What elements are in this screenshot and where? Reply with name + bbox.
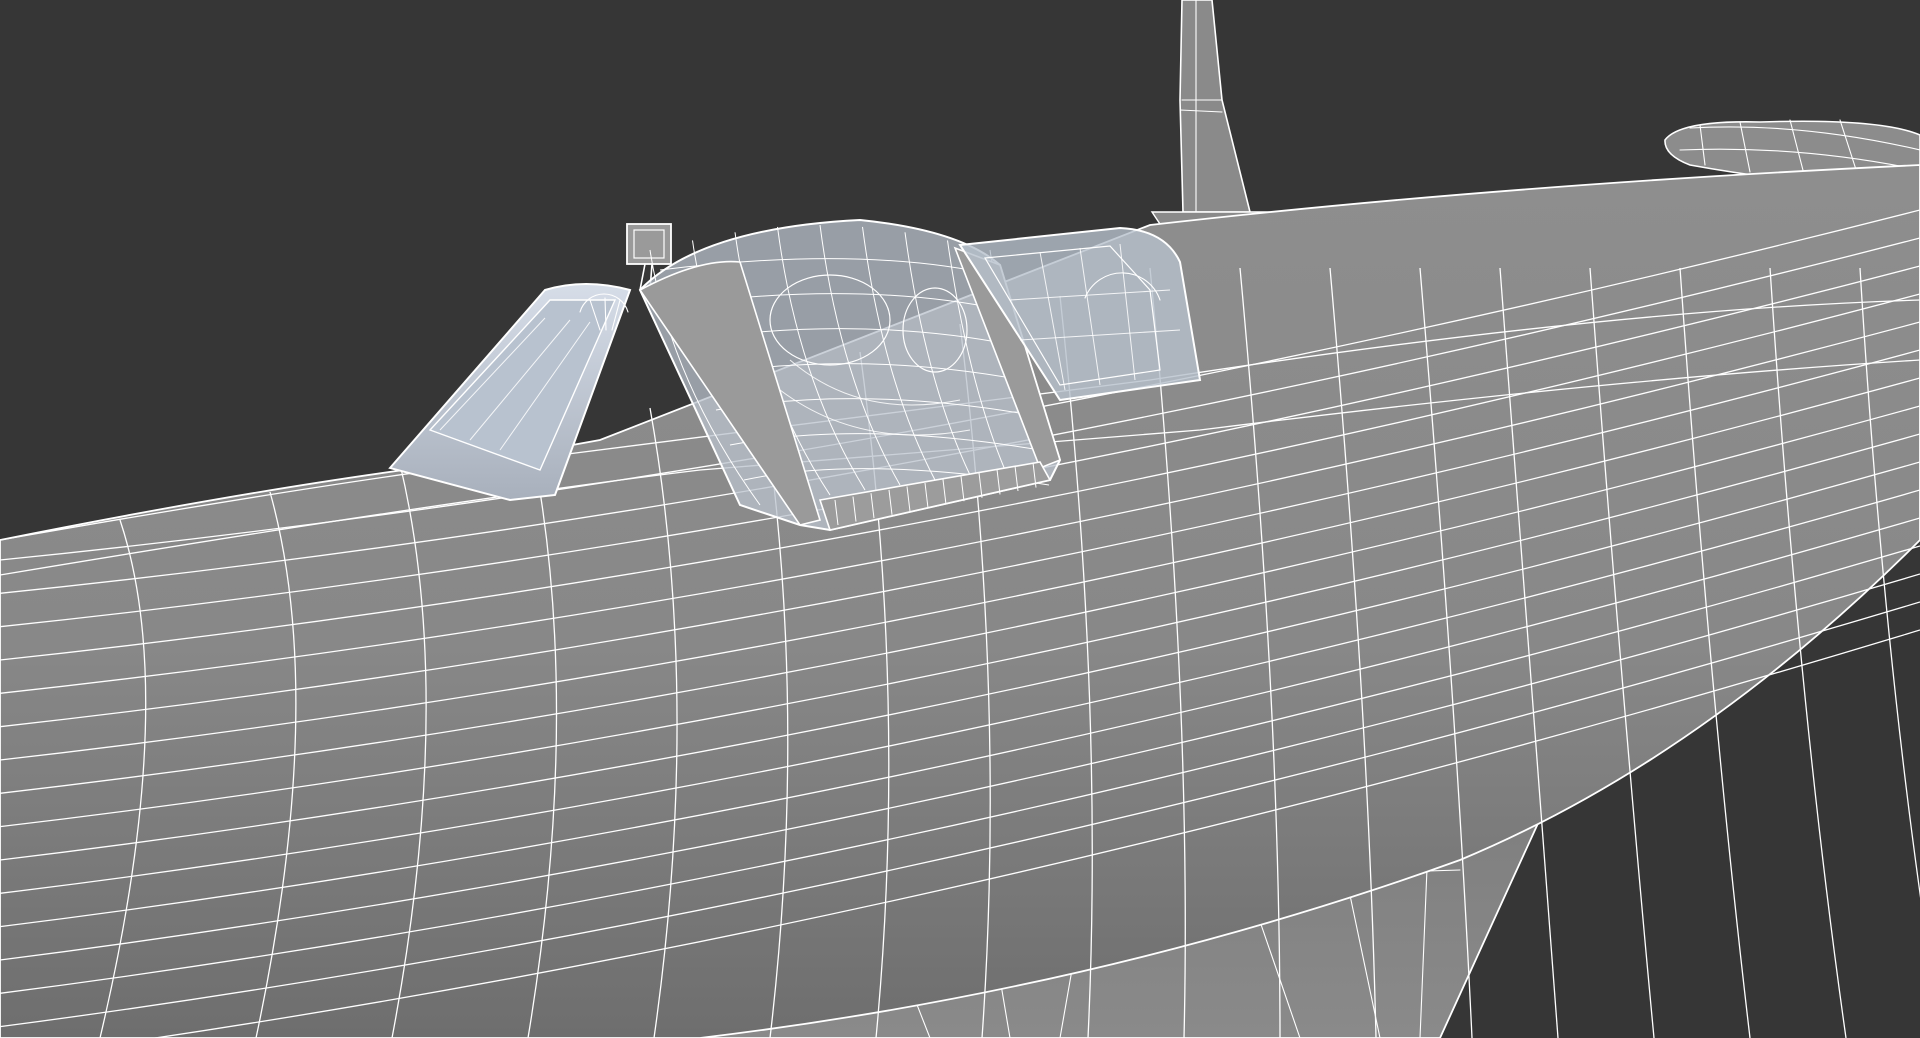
3d-viewport[interactable]: [0, 0, 1920, 1038]
wireframe-render: [0, 0, 1920, 1038]
antenna-mast: [1150, 0, 1277, 225]
